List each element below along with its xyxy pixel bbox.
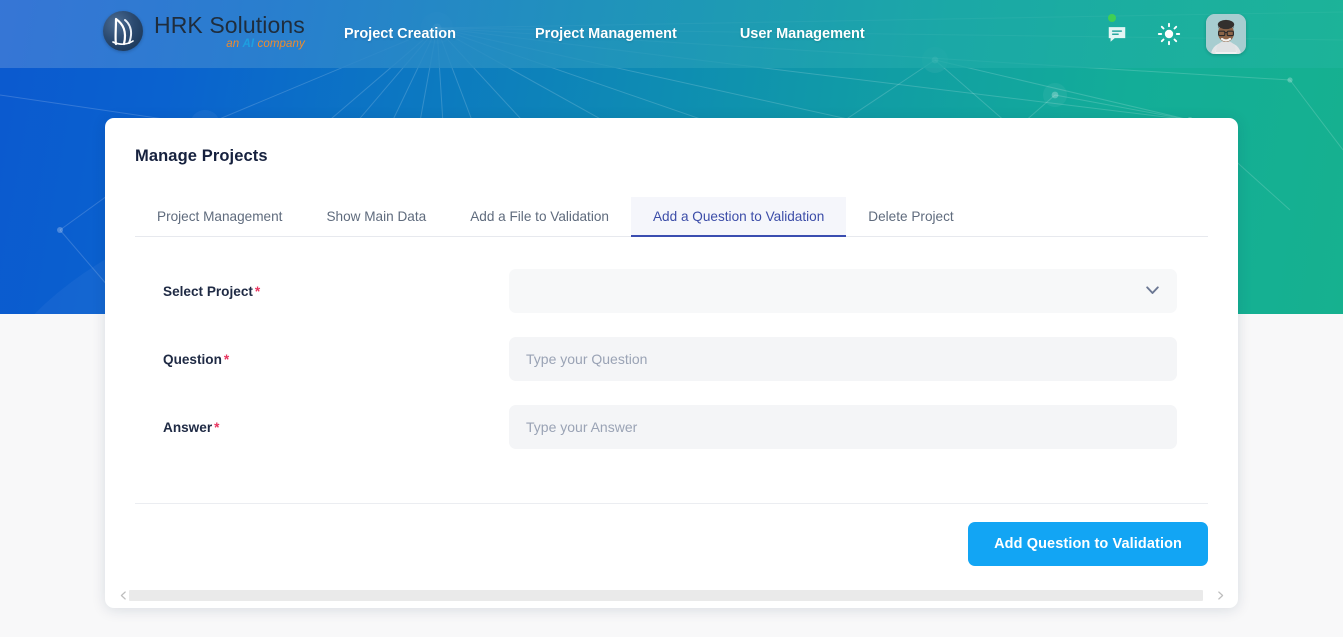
form-row-select-project: Select Project * [105, 257, 1238, 325]
select-project-dropdown[interactable] [509, 269, 1177, 313]
label-select-project-text: Select Project [163, 283, 253, 299]
label-answer: Answer * [163, 420, 219, 435]
tab-show-main-data[interactable]: Show Main Data [304, 197, 448, 237]
tab-bar: Project Management Show Main Data Add a … [135, 197, 1208, 237]
logo-tagline-part3: company [254, 37, 305, 50]
add-question-to-validation-button[interactable]: Add Question to Validation [968, 522, 1208, 566]
chat-message-icon[interactable] [1102, 14, 1132, 49]
nav-project-creation[interactable]: Project Creation [344, 20, 456, 48]
horizontal-scrollbar[interactable] [117, 588, 1226, 602]
user-avatar[interactable] [1206, 14, 1246, 54]
manage-projects-card: Manage Projects Project Management Show … [105, 118, 1238, 608]
brand-logo[interactable]: HRK Solutions an AI company [103, 11, 305, 51]
nav-project-management[interactable]: Project Management [535, 20, 677, 48]
form-divider [135, 503, 1208, 504]
tab-add-a-file-to-validation[interactable]: Add a File to Validation [448, 197, 631, 237]
label-select-project: Select Project * [163, 284, 260, 299]
scroll-right-arrow-icon[interactable] [1214, 588, 1226, 602]
required-marker: * [223, 351, 230, 367]
form-row-answer: Answer * [105, 393, 1238, 461]
logo-tagline: an AI company [154, 37, 305, 51]
top-header-bar: HRK Solutions an AI company Project Crea… [0, 0, 1343, 68]
tab-project-management[interactable]: Project Management [135, 197, 304, 237]
form-row-question: Question * [105, 325, 1238, 393]
header-actions [1102, 0, 1246, 68]
page-title: Manage Projects [135, 147, 268, 165]
hrk-monogram-icon [103, 11, 143, 51]
required-marker: * [254, 283, 261, 299]
answer-input[interactable] [509, 405, 1177, 449]
notification-dot [1108, 14, 1116, 22]
question-input[interactable] [509, 337, 1177, 381]
select-project-wrapper [509, 269, 1177, 313]
form-actions: Add Question to Validation [105, 522, 1238, 566]
main-navigation: Project Creation Project Management User… [344, 0, 865, 68]
scroll-left-arrow-icon[interactable] [117, 588, 129, 602]
logo-tagline-ai: AI [242, 37, 255, 50]
tab-delete-project[interactable]: Delete Project [846, 197, 975, 237]
label-answer-text: Answer [163, 419, 213, 435]
label-question: Question * [163, 352, 229, 367]
nav-user-management[interactable]: User Management [740, 20, 865, 48]
app-root: HRK Solutions an AI company Project Crea… [0, 0, 1343, 637]
label-question-text: Question [163, 351, 222, 367]
tab-add-a-question-to-validation[interactable]: Add a Question to Validation [630, 197, 847, 237]
scrollbar-thumb[interactable] [129, 589, 1204, 601]
add-question-form: Select Project * Question * Type your Qu… [105, 257, 1238, 461]
logo-title: HRK Solutions [154, 11, 305, 38]
sun-icon[interactable] [1154, 19, 1184, 49]
logo-tagline-part1: an [226, 37, 243, 50]
required-marker: * [214, 419, 220, 435]
scrollbar-track[interactable] [129, 589, 1214, 601]
